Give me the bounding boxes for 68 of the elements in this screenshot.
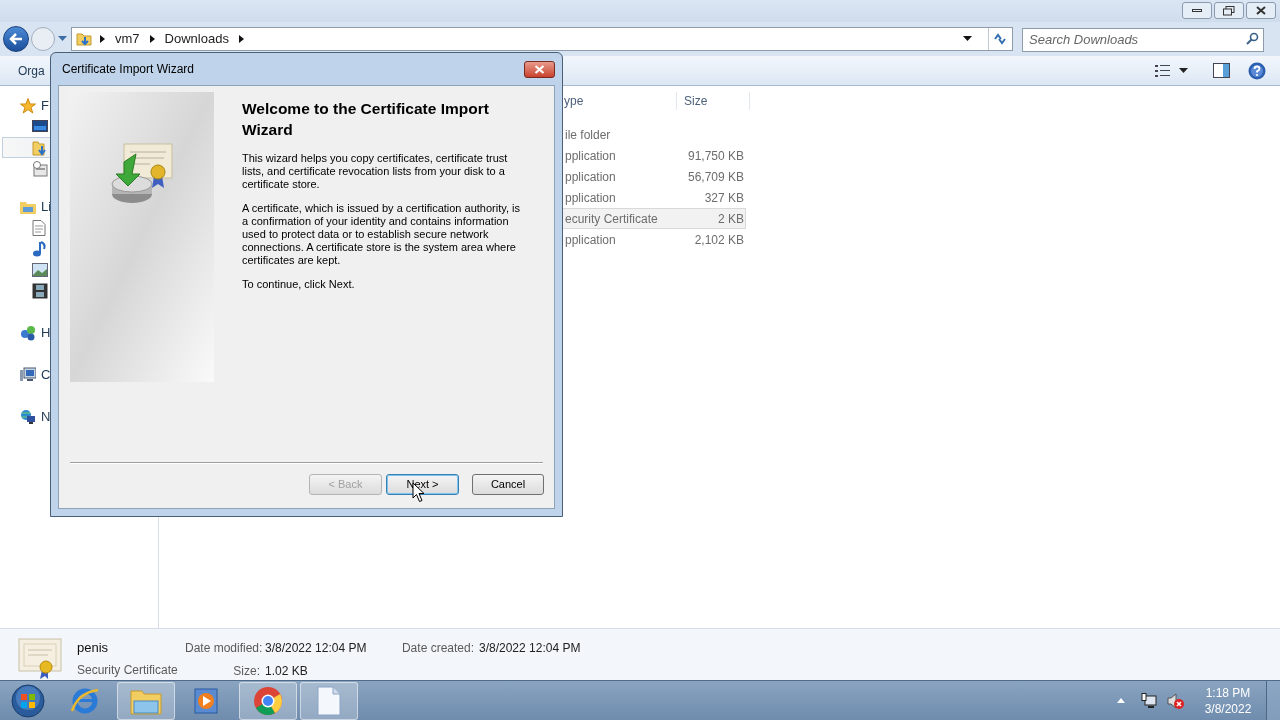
media-player-icon xyxy=(194,686,220,715)
file-name: penis xyxy=(77,639,110,657)
detail-label: Date created: xyxy=(400,640,474,657)
start-button[interactable] xyxy=(8,682,48,719)
paragraph: To continue, click Next. xyxy=(242,278,356,291)
column-header[interactable]: Size xyxy=(677,92,750,110)
music-icon xyxy=(32,240,46,257)
paragraph: A certificate, which is issued by a certification authority, is a confirmation of your identity and contains information used to protect data or to establish secure network connections. A certificate store is the system area where certificates are kept. xyxy=(242,202,521,267)
certificate-install-icon xyxy=(110,140,176,206)
chrome-icon xyxy=(253,685,283,716)
search-icon[interactable] xyxy=(1246,32,1259,45)
nav-item[interactable]: C xyxy=(41,365,51,385)
file-type: Security Certificate xyxy=(77,661,179,679)
detail-value: 1.02 KB xyxy=(265,663,309,680)
homegroup-icon[interactable] xyxy=(20,325,36,341)
restore-icon xyxy=(1223,5,1235,16)
restore-button[interactable] xyxy=(1214,2,1244,19)
preview-pane-icon[interactable] xyxy=(1213,63,1230,78)
help-icon[interactable] xyxy=(1248,61,1266,80)
folder-icon xyxy=(32,139,48,156)
network-icon[interactable] xyxy=(1141,692,1157,709)
breadcrumb-arrow-icon[interactable] xyxy=(149,35,155,43)
browser-icon xyxy=(70,686,100,715)
wizard-heading: Welcome to the Certificate Import Wizard xyxy=(242,99,490,140)
minimize-icon xyxy=(1192,9,1202,12)
library-icon[interactable] xyxy=(20,200,36,214)
back-button[interactable] xyxy=(3,26,29,52)
certificate-icon xyxy=(18,636,62,680)
desktop-icon xyxy=(32,119,48,134)
close-icon xyxy=(1256,6,1266,15)
dropdown-icon[interactable] xyxy=(963,36,972,42)
network-icon[interactable] xyxy=(20,409,36,425)
breadcrumb-item[interactable]: vm7 xyxy=(115,29,140,49)
paragraph: This wizard helps you copy certificates, certificate trust lists, and certificate revocation lists from your disk to a certificate store. xyxy=(242,152,509,191)
nav-item[interactable]: Li xyxy=(41,197,52,217)
computer-icon[interactable] xyxy=(20,367,36,383)
detail-value: 3/8/2022 12:04 PM xyxy=(265,640,368,657)
refresh-icon xyxy=(992,32,1009,46)
breadcrumb-item[interactable]: Downloads xyxy=(164,29,229,49)
breadcrumb-arrow-icon[interactable] xyxy=(238,35,244,43)
taskbar-button[interactable] xyxy=(239,681,297,720)
breadcrumb-arrow-icon[interactable] xyxy=(100,35,105,43)
nav-item[interactable]: F xyxy=(41,96,49,116)
detail-label: Date modified: xyxy=(185,640,260,657)
close-button[interactable] xyxy=(524,60,555,78)
close-button[interactable] xyxy=(1246,2,1276,19)
back-arrow-icon xyxy=(9,33,23,45)
document-icon xyxy=(32,219,46,236)
picture-icon xyxy=(32,262,48,277)
detail-label: Size: xyxy=(232,663,260,680)
search-field[interactable]: Search Downloads xyxy=(1022,27,1264,52)
dialog-title: Certificate Import Wizard xyxy=(62,61,195,78)
tray-arrow-icon[interactable] xyxy=(1117,698,1125,703)
view-options-icon[interactable] xyxy=(1155,63,1171,78)
close-icon xyxy=(534,64,545,74)
organize-menu[interactable]: Orga xyxy=(18,61,45,80)
film-icon xyxy=(32,282,48,299)
recent-places-icon xyxy=(32,160,48,177)
muted-speaker-icon[interactable] xyxy=(1167,692,1185,709)
folder-icon xyxy=(76,31,92,47)
wizard-button[interactable]: Cancel xyxy=(472,473,544,495)
star-icon[interactable] xyxy=(20,98,36,114)
minimize-button[interactable] xyxy=(1182,2,1212,19)
nav-item[interactable]: N xyxy=(41,407,51,427)
dropdown-icon[interactable] xyxy=(1179,67,1188,74)
document-icon xyxy=(317,685,341,716)
detail-value: 3/8/2022 12:04 PM xyxy=(479,640,581,657)
nav-item[interactable]: H xyxy=(41,323,51,343)
